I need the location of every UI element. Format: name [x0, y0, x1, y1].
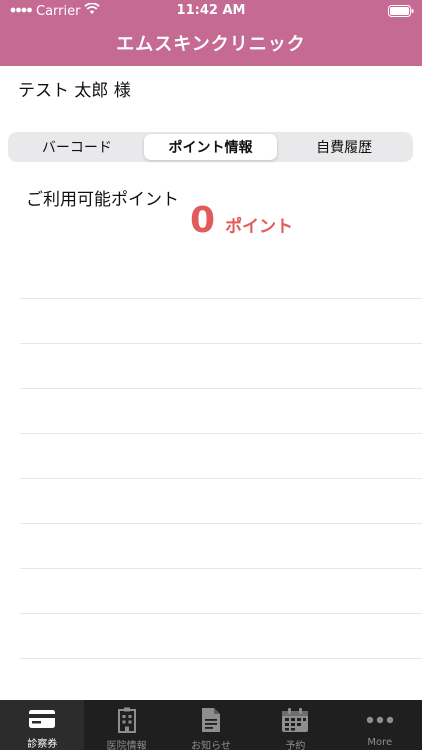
- list-item: [20, 343, 422, 388]
- list-item: [20, 388, 422, 433]
- card-icon: [28, 707, 56, 731]
- tab-label: 診察券: [27, 739, 58, 750]
- list-item: [20, 613, 422, 658]
- segment-point-info[interactable]: ポイント情報: [143, 134, 278, 160]
- status-bar: Carrier 11:42 AM: [0, 0, 422, 22]
- list-item: [20, 568, 422, 613]
- status-time: 11:42 AM: [176, 3, 246, 18]
- history-list: [20, 298, 422, 703]
- tab-consultation-card[interactable]: 診察券: [0, 700, 85, 750]
- segment-barcode[interactable]: バーコード: [10, 134, 144, 160]
- tab-label: More: [367, 737, 393, 748]
- segment-self-pay-history[interactable]: 自費履歴: [277, 134, 411, 160]
- more-icon: [366, 707, 394, 733]
- header-bar: Carrier 11:42 AM エムスキンクリニック: [0, 0, 422, 66]
- patient-name: テスト 太郎 様: [18, 81, 131, 101]
- list-item: [20, 478, 422, 523]
- tab-notifications[interactable]: お知らせ: [169, 700, 253, 750]
- tab-label: お知らせ: [191, 741, 231, 750]
- tab-clinic-info[interactable]: 医院情報: [84, 700, 168, 750]
- tab-label: 医院情報: [106, 741, 147, 750]
- available-points-label: ご利用可能ポイント: [26, 190, 179, 210]
- calendar-icon: [281, 707, 309, 733]
- document-icon: [200, 707, 222, 733]
- tab-bar: 診察券 医院情報 お知らせ 予約 More: [0, 700, 422, 750]
- segmented-control: バーコード ポイント情報 自費履歴: [8, 132, 413, 162]
- battery-icon: [388, 5, 414, 21]
- list-item: [20, 523, 422, 568]
- points-unit: ポイント: [225, 217, 294, 237]
- points-value: 0: [190, 200, 216, 241]
- tab-reservation[interactable]: 予約: [253, 700, 337, 750]
- points-display: 0 ポイント: [190, 200, 293, 241]
- list-item: [20, 298, 422, 343]
- list-item: [20, 658, 422, 703]
- list-item: [20, 433, 422, 478]
- tab-more[interactable]: More: [338, 700, 422, 750]
- building-icon: [116, 707, 138, 733]
- tab-label: 予約: [285, 741, 306, 750]
- page-title: エムスキンクリニック: [116, 34, 306, 55]
